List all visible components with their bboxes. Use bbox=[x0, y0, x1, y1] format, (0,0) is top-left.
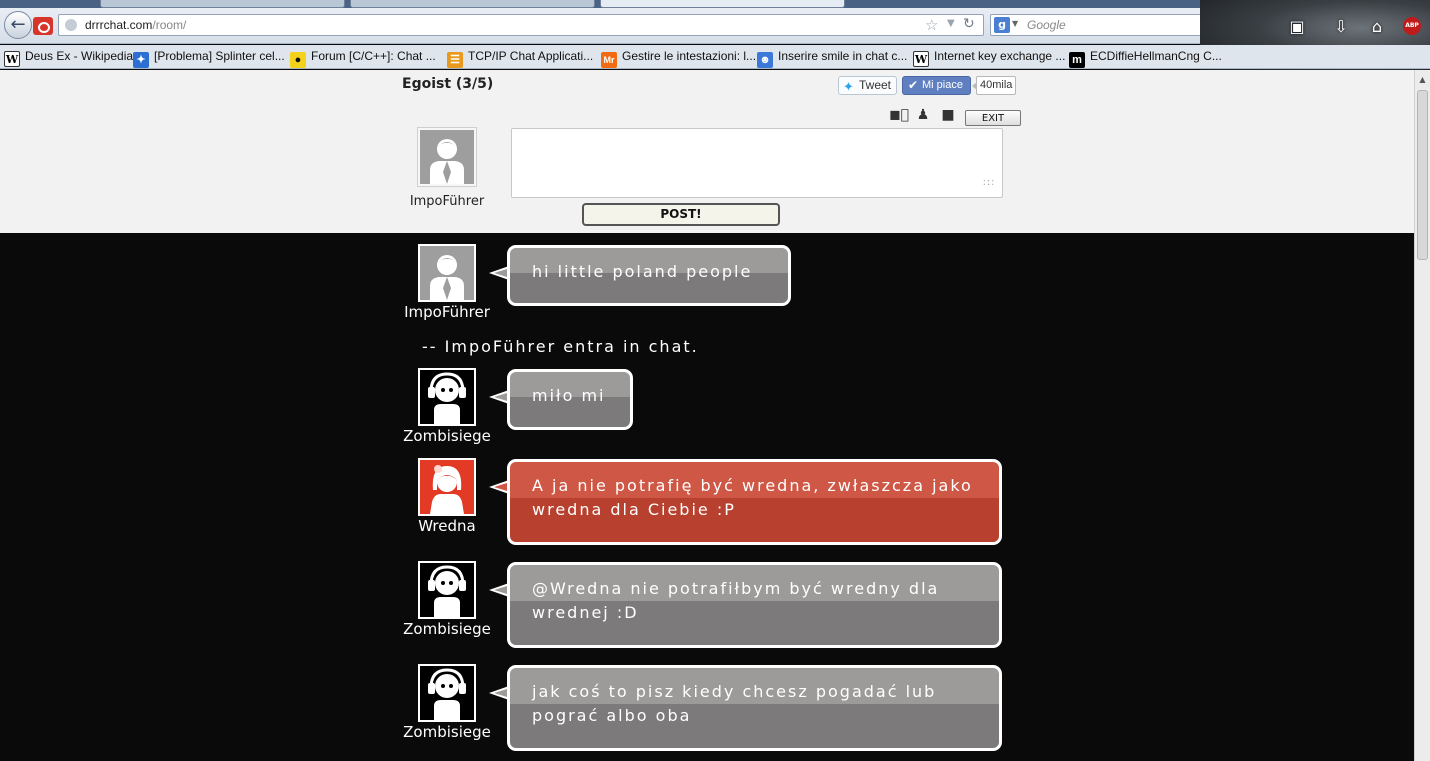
speech-bubble-icon[interactable]: ■ bbox=[939, 107, 957, 123]
avatar bbox=[417, 127, 477, 187]
url-text[interactable]: drrrchat.com/room/ bbox=[85, 18, 186, 32]
tweet-button[interactable]: ✦ Tweet bbox=[838, 76, 897, 95]
bubble-tail bbox=[489, 686, 509, 700]
globe-icon bbox=[65, 19, 77, 31]
system-message: -- ImpoFührer entra in chat. bbox=[422, 337, 699, 356]
chat-nickname: Zombisiege bbox=[403, 427, 491, 445]
avatar bbox=[418, 368, 476, 426]
site-favicon-icon: m bbox=[1069, 52, 1085, 68]
adblock-icon[interactable]: ABP bbox=[1403, 17, 1421, 35]
like-count: 40mila bbox=[971, 76, 1017, 95]
room-title: Egoist (3/5) bbox=[402, 76, 494, 92]
avatar bbox=[418, 244, 476, 302]
headphones-avatar-icon bbox=[428, 668, 466, 720]
bookmark-item[interactable]: ☻ Inserire smile in chat c... bbox=[757, 49, 907, 68]
bubble-tail bbox=[489, 583, 509, 597]
bookmark-item[interactable]: W Deus Ex - Wikipedia bbox=[4, 49, 133, 67]
site-favicon-icon: ☰ bbox=[447, 52, 463, 68]
bookmark-item[interactable]: W Internet key exchange ... bbox=[913, 49, 1065, 67]
girl-avatar-icon bbox=[430, 465, 464, 514]
message-input[interactable]: ∷∷ bbox=[511, 128, 1003, 198]
user-list-icon[interactable]: ♟ bbox=[914, 107, 932, 123]
site-favicon-icon: ✦ bbox=[133, 52, 149, 68]
user-avatar-icon bbox=[430, 139, 464, 184]
bubble-tail bbox=[489, 390, 509, 404]
chat-message-text: miło mi bbox=[532, 386, 606, 405]
scroll-thumb[interactable] bbox=[1417, 90, 1428, 260]
facebook-like-button[interactable]: ✔ Mi piace bbox=[902, 76, 971, 95]
scroll-up-icon[interactable]: ▲ bbox=[1415, 72, 1430, 87]
site-favicon-icon: ☻ bbox=[757, 52, 773, 68]
user-avatar-icon bbox=[430, 255, 464, 300]
screenshot-addon-icon[interactable] bbox=[33, 17, 53, 35]
wikipedia-icon: W bbox=[4, 51, 20, 67]
bubble-tail bbox=[489, 480, 509, 494]
post-button[interactable]: POST! bbox=[582, 203, 780, 226]
chat-nickname: Zombisiege bbox=[403, 723, 491, 741]
download-icon[interactable]: ⇩ bbox=[1330, 16, 1352, 38]
back-button[interactable]: ← bbox=[4, 11, 32, 39]
avatar bbox=[418, 561, 476, 619]
chat-nickname: Zombisiege bbox=[403, 620, 491, 638]
headphones-avatar-icon bbox=[428, 565, 466, 617]
bookmark-item[interactable]: ☰ TCP/IP Chat Applicati... bbox=[447, 49, 593, 68]
chat-message-text: hi little poland people bbox=[532, 262, 753, 281]
avatar bbox=[418, 664, 476, 722]
page-scrollbar[interactable]: ▲ bbox=[1414, 70, 1430, 761]
chat-message-bubble: @Wredna nie potrafiłbym być wredny dla w… bbox=[489, 562, 1002, 648]
bookmark-star-icon[interactable]: ☆ bbox=[925, 16, 938, 34]
chat-nickname: ImpoFührer bbox=[404, 303, 490, 321]
sound-toggle-icon[interactable]: ◼￿ bbox=[889, 107, 909, 123]
site-favicon-icon: Mr bbox=[601, 52, 617, 68]
chat-message-bubble: hi little poland people bbox=[489, 245, 791, 306]
self-nickname: ImpoFührer bbox=[409, 194, 485, 209]
headphones-avatar-icon bbox=[428, 372, 466, 424]
chevron-down-icon[interactable]: ▼ bbox=[1012, 19, 1018, 28]
chat-message-text: A ja nie potrafię być wredna, zwłaszcza … bbox=[532, 476, 973, 519]
chat-message-bubble: A ja nie potrafię być wredna, zwłaszcza … bbox=[489, 459, 1002, 545]
bookmarks-toolbar: W Deus Ex - Wikipedia ✦ [Problema] Splinte… bbox=[0, 45, 1430, 69]
chat-message-text: @Wredna nie potrafiłbym być wredny dla w… bbox=[532, 579, 940, 622]
bookmark-item[interactable]: m ECDiffieHellmanCng C... bbox=[1069, 49, 1222, 68]
exit-button[interactable]: EXIT bbox=[965, 110, 1021, 126]
chat-message-text: jak coś to pisz kiedy chcesz pogadać lub… bbox=[532, 682, 937, 725]
browser-tab-active[interactable] bbox=[600, 0, 845, 8]
chat-message-bubble: miło mi bbox=[489, 369, 633, 430]
bookmark-item[interactable]: ✦ [Problema] Splinter cel... bbox=[133, 49, 285, 68]
site-favicon-icon: ● bbox=[290, 52, 306, 68]
browser-tab[interactable] bbox=[350, 0, 595, 8]
bubble-tail bbox=[489, 266, 509, 280]
home-icon[interactable]: ⌂ bbox=[1366, 16, 1388, 38]
resize-grip-icon[interactable]: ∷∷ bbox=[983, 178, 994, 189]
bookmarks-menu-icon[interactable]: ▣ bbox=[1286, 16, 1308, 38]
bookmark-item[interactable]: Mr Gestire le intestazioni: l... bbox=[601, 49, 756, 68]
chat-nickname: Wredna bbox=[418, 517, 476, 535]
twitter-bird-icon: ✦ bbox=[843, 79, 854, 94]
reload-icon[interactable]: ↻ bbox=[963, 16, 975, 32]
address-bar[interactable]: drrrchat.com/room/ ☆ ▼ ↻ bbox=[58, 14, 984, 36]
bookmark-item[interactable]: ● Forum [C/C++]: Chat ... bbox=[290, 49, 436, 68]
checkmark-icon: ✔ bbox=[908, 78, 919, 92]
search-engine-icon[interactable]: g bbox=[994, 17, 1010, 33]
wikipedia-icon: W bbox=[913, 51, 929, 67]
browser-tab[interactable] bbox=[100, 0, 345, 8]
avatar bbox=[418, 458, 476, 516]
history-dropdown-icon[interactable]: ▼ bbox=[947, 18, 955, 29]
chat-message-bubble: jak coś to pisz kiedy chcesz pogadać lub… bbox=[489, 665, 1002, 751]
search-placeholder: Google bbox=[1027, 18, 1066, 32]
